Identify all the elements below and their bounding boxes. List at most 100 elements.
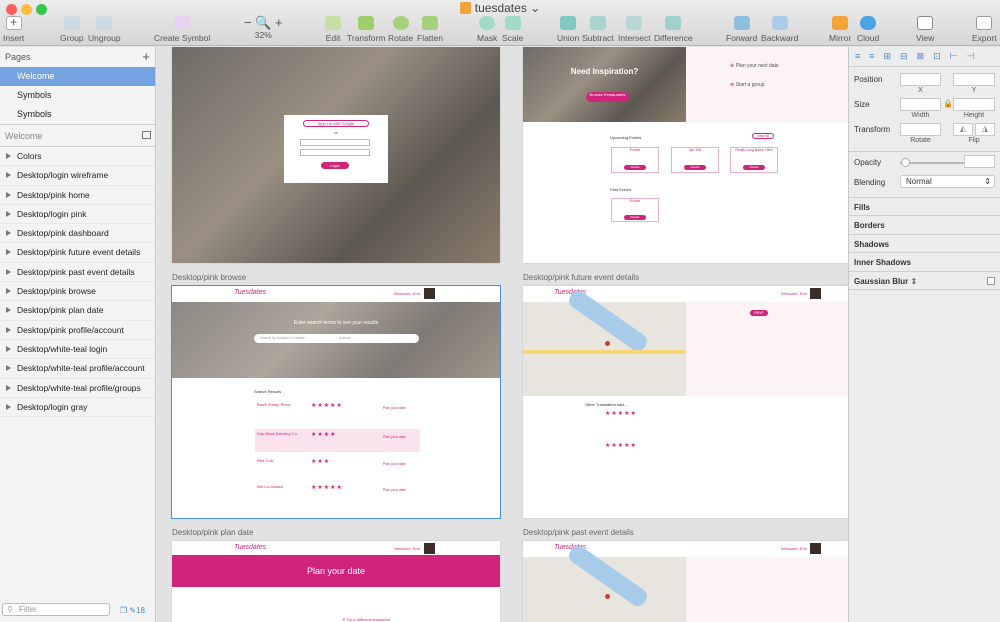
insert-button[interactable]: + Insert: [3, 16, 24, 43]
layer-item[interactable]: Desktop/white-teal profile/account: [0, 359, 155, 379]
layer-item[interactable]: Desktop/white-teal login: [0, 340, 155, 360]
artboard-pink-past-event[interactable]: Tuesdates Welcome, Erin: [523, 541, 848, 622]
transform-button[interactable]: Transform: [347, 16, 385, 43]
password-field[interactable]: [300, 149, 370, 156]
blending-select[interactable]: Normal ⇕: [900, 175, 995, 188]
details-button[interactable]: Details: [743, 165, 765, 170]
artboard-login-pink[interactable]: Sign Up with Google or Login: [172, 47, 500, 263]
x-field[interactable]: [900, 73, 941, 86]
avatar[interactable]: [810, 543, 821, 554]
layer-item[interactable]: Desktop/pink dashboard: [0, 224, 155, 244]
event-card[interactable]: Really Long Name Here Details: [730, 147, 778, 173]
rsvp-button[interactable]: RSVP: [750, 310, 768, 316]
layer-item[interactable]: Desktop/pink future event details: [0, 243, 155, 263]
browse-restaurants-button[interactable]: Browse Restaurants: [586, 92, 629, 102]
page-symbols[interactable]: Symbols: [0, 86, 155, 105]
email-field[interactable]: [300, 139, 370, 146]
canvas[interactable]: Sign Up with Google or Login Need Inspir…: [157, 47, 848, 622]
artboard-label[interactable]: Desktop/pink past event details: [523, 528, 634, 537]
event-card[interactable]: Evolve Details: [611, 147, 659, 173]
result-row[interactable]: Red Cow ★★★ Plan your date: [257, 458, 417, 484]
gaussian-blur-section[interactable]: Gaussian Blur ⇕: [849, 271, 1000, 290]
group-button[interactable]: Group: [60, 16, 84, 43]
y-field[interactable]: [953, 73, 995, 86]
details-button[interactable]: Details: [684, 165, 706, 170]
width-field[interactable]: [900, 98, 941, 111]
view-button[interactable]: View: [916, 16, 934, 43]
page-welcome[interactable]: Welcome: [0, 67, 155, 86]
layer-item[interactable]: Desktop/pink browse: [0, 282, 155, 302]
union-button[interactable]: Union: [557, 16, 579, 43]
create-symbol-button[interactable]: Create Symbol: [154, 16, 210, 43]
details-button[interactable]: Details: [624, 165, 646, 170]
avatar[interactable]: [810, 288, 821, 299]
start-group-link[interactable]: ⊕ Start a group: [730, 82, 765, 88]
shadows-section[interactable]: Shadows: [849, 234, 1000, 253]
export-button[interactable]: Export: [972, 16, 997, 43]
filter-input[interactable]: ⚲ Filter: [2, 603, 110, 616]
blur-checkbox[interactable]: [987, 277, 995, 285]
artboard-pink-future-event[interactable]: Tuesdates Welcome, Erin RSVP Other Tuesd…: [523, 286, 848, 518]
opacity-field[interactable]: [964, 155, 995, 168]
artboard-label[interactable]: Desktop/pink future event details: [523, 273, 639, 282]
avatar[interactable]: [424, 288, 435, 299]
event-card[interactable]: Evolve Details: [611, 198, 659, 222]
intersect-button[interactable]: Intersect: [618, 16, 651, 43]
artboard-pink-browse[interactable]: Tuesdates Welcome, Erin Enter search ter…: [171, 285, 501, 519]
layer-item[interactable]: Desktop/login pink: [0, 205, 155, 225]
page-symbols-2[interactable]: Symbols: [0, 105, 155, 124]
add-page-icon[interactable]: +: [142, 47, 150, 67]
backward-button[interactable]: Backward: [761, 16, 798, 43]
artboard-pink-plan-date[interactable]: Tuesdates Welcome, Erin Plan your date ⟲…: [172, 541, 500, 622]
event-map[interactable]: [523, 287, 686, 396]
inner-shadows-section[interactable]: Inner Shadows: [849, 252, 1000, 271]
layer-item[interactable]: Desktop/pink profile/account: [0, 321, 155, 340]
layer-item[interactable]: Desktop/pink home: [0, 186, 155, 205]
layer-item[interactable]: Desktop/login wireframe: [0, 166, 155, 186]
flatten-button[interactable]: Flatten: [417, 16, 443, 43]
event-card[interactable]: Apt 108 Details: [671, 147, 719, 173]
plan-next-date-link[interactable]: ⊕ Plan your next date: [730, 63, 779, 69]
result-row[interactable]: Black Sheep Pizza ★★★★★ Plan your date: [257, 402, 417, 428]
artboard-pink-dashboard[interactable]: Need Inspiration? Browse Restaurants ⊕ P…: [523, 47, 848, 263]
lock-icon[interactable]: 🔒: [943, 99, 953, 108]
result-row[interactable]: Bar La Grassa ★★★★★ Plan your date: [257, 484, 417, 510]
rotate-field[interactable]: [900, 123, 941, 136]
different-restaurant-link[interactable]: ⟲ Try a different restaurant: [342, 617, 390, 622]
layer-item[interactable]: Desktop/pink plan date: [0, 301, 155, 321]
collapse-icon[interactable]: [142, 131, 151, 139]
artboard-label[interactable]: Desktop/pink browse: [172, 273, 246, 282]
mask-button[interactable]: Mask: [477, 16, 497, 43]
symbols-filter-control[interactable]: ❐ ✎18: [120, 606, 145, 615]
opacity-slider-knob[interactable]: [901, 158, 910, 167]
mirror-button[interactable]: Mirror: [829, 16, 851, 43]
scale-button[interactable]: Scale: [502, 16, 523, 43]
search-input[interactable]: Search by location or cuisine Cuisine: [254, 334, 419, 343]
subtract-button[interactable]: Subtract: [582, 16, 614, 43]
event-map[interactable]: [523, 542, 686, 622]
edit-button[interactable]: Edit: [325, 16, 341, 43]
difference-button[interactable]: Difference: [654, 16, 693, 43]
flip-horizontal-button[interactable]: ◭: [953, 123, 973, 136]
layer-item[interactable]: Desktop/login gray: [0, 398, 155, 418]
rotate-button[interactable]: Rotate: [388, 16, 413, 43]
borders-section[interactable]: Borders: [849, 215, 1000, 234]
layer-item[interactable]: Desktop/pink past event details: [0, 263, 155, 283]
layer-item[interactable]: Colors: [0, 147, 155, 167]
avatar[interactable]: [424, 543, 435, 554]
flip-vertical-button[interactable]: ◮: [975, 123, 995, 136]
fills-section[interactable]: Fills: [849, 197, 1000, 216]
artboard-label[interactable]: Desktop/pink plan date: [172, 528, 253, 537]
zoom-control[interactable]: − 🔍 +32%: [244, 16, 283, 41]
cloud-button[interactable]: Cloud: [857, 16, 879, 43]
view-all-button[interactable]: View All: [752, 133, 774, 139]
layer-item[interactable]: Desktop/white-teal profile/groups: [0, 379, 155, 398]
result-row-highlighted[interactable]: Day Block Brewing Co. ★★★★ Plan your date: [255, 429, 420, 452]
login-button[interactable]: Login: [321, 162, 349, 169]
align-icons[interactable]: ≡≡⊞⊟⊠⊡⊢⊣: [855, 51, 983, 62]
forward-button[interactable]: Forward: [726, 16, 757, 43]
height-field[interactable]: [953, 98, 995, 111]
ungroup-button[interactable]: Ungroup: [88, 16, 121, 43]
details-button[interactable]: Details: [624, 215, 646, 220]
google-signup-button[interactable]: Sign Up with Google: [303, 120, 369, 127]
